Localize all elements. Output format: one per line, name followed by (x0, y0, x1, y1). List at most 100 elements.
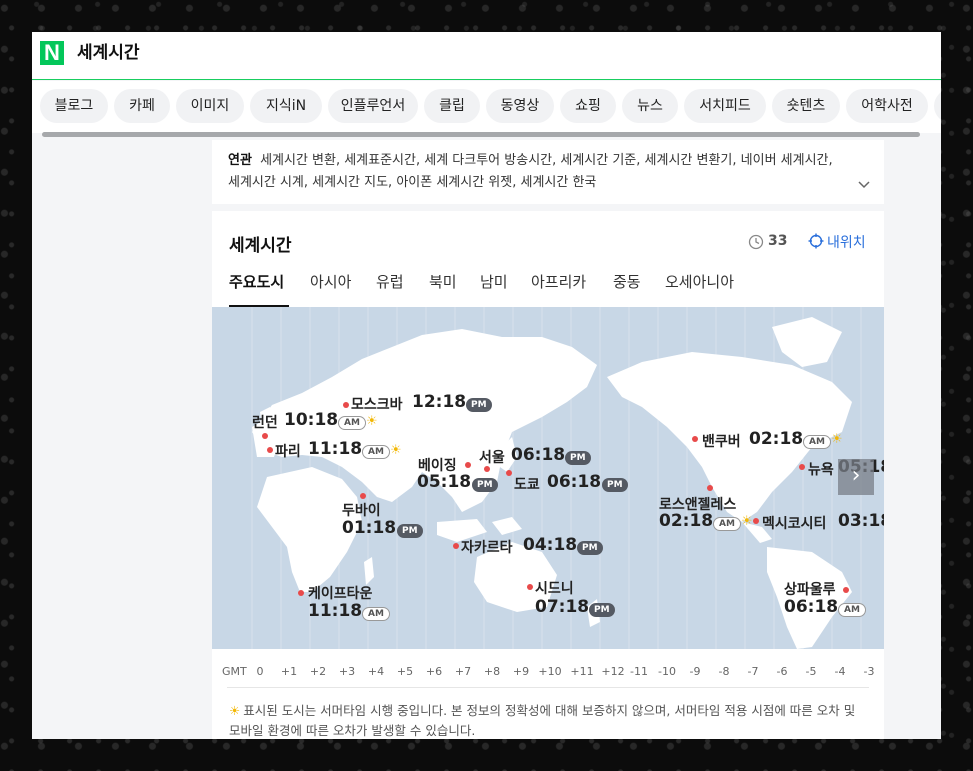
city-name: 밴쿠버 (702, 434, 741, 450)
ampm-badge: AM (338, 416, 366, 430)
gmt-offset[interactable]: 0 (247, 665, 273, 678)
gmt-offset[interactable]: +7 (450, 665, 476, 678)
gmt-offset[interactable]: -11 (626, 665, 652, 678)
gmt-offset[interactable]: +12 (600, 665, 626, 678)
tab-clip[interactable]: 클립 (424, 89, 480, 123)
city-time: 06:18 (784, 597, 839, 617)
gmt-offset[interactable]: +10 (537, 665, 563, 678)
gmt-offset[interactable]: -5 (798, 665, 824, 678)
tab-dictionary[interactable]: 어학사전 (846, 89, 928, 123)
naver-logo[interactable]: N (40, 41, 64, 65)
city-count: 33 (768, 233, 788, 249)
gmt-offset[interactable]: -3 (856, 665, 882, 678)
tab-news[interactable]: 뉴스 (622, 89, 678, 123)
city-name: 도쿄 (514, 477, 540, 493)
city-dot (707, 485, 713, 491)
ampm-badge: PM (577, 541, 603, 555)
city-dot (506, 470, 512, 476)
tab-image[interactable]: 이미지 (176, 89, 244, 123)
tab-south-america[interactable]: 남미 (480, 269, 508, 295)
city-dot (360, 493, 366, 499)
gmt-offset[interactable]: +4 (363, 665, 389, 678)
city-name: 두바이 (342, 503, 381, 519)
gmt-offset[interactable]: -8 (711, 665, 737, 678)
tab-kin[interactable]: 지식iN (250, 89, 322, 123)
city-name: 서울 (479, 450, 505, 466)
dst-sun-icon: ☀ (366, 414, 378, 429)
gmt-offset[interactable]: +3 (334, 665, 360, 678)
tab-north-america[interactable]: 북미 (429, 269, 457, 295)
browser-frame: N 세계시간 블로그 카페 이미지 지식iN 인플루언서 클립 동영상 쇼핑 뉴… (32, 32, 941, 739)
clock-icon (748, 234, 764, 250)
related-searches: 연관 세계시간 변환, 세계표준시간, 세계 다크투어 방송시간, 세계시간 기… (212, 140, 884, 204)
gmt-offset[interactable]: -6 (769, 665, 795, 678)
my-location-button[interactable]: 내위치 (827, 232, 866, 252)
city-dot (692, 436, 698, 442)
gmt-offset[interactable]: -7 (740, 665, 766, 678)
gmt-offset[interactable]: -9 (682, 665, 708, 678)
city-name: 상파울루 (784, 582, 836, 598)
gmt-offset[interactable]: +1 (276, 665, 302, 678)
chevron-down-icon[interactable] (858, 178, 870, 190)
related-heading: 연관 (228, 153, 252, 168)
related-keywords[interactable]: 세계시간 변환, 세계표준시간, 세계 다크투어 방송시간, 세계시간 기준, … (228, 153, 833, 190)
city-name: 멕시코시티 (762, 516, 827, 532)
ampm-badge: PM (397, 524, 423, 538)
tab-shortents[interactable]: 숏텐츠 (772, 89, 840, 123)
dst-note-text: 표시된 도시는 서머타임 시행 중입니다. 본 정보의 정확성에 대해 보증하지… (229, 703, 856, 738)
gmt-offset[interactable]: +9 (508, 665, 534, 678)
gmt-offset[interactable]: +5 (392, 665, 418, 678)
tab-europe[interactable]: 유럽 (376, 269, 404, 295)
gmt-offset[interactable]: +6 (421, 665, 447, 678)
tab-asia[interactable]: 아시아 (310, 269, 351, 295)
tab-cafe[interactable]: 카페 (114, 89, 170, 123)
ampm-badge: AM (362, 607, 390, 621)
search-header: N 세계시간 (32, 32, 941, 80)
city-name: 파리 (275, 444, 301, 460)
city-dot (753, 518, 759, 524)
city-dot (465, 462, 471, 468)
tab-oceania[interactable]: 오세아니아 (665, 269, 734, 295)
ampm-badge: PM (589, 603, 615, 617)
dst-sun-icon: ☀ (390, 443, 402, 458)
divider (227, 687, 869, 688)
world-time-card: 세계시간 33 내위치 주요도시 아시아 유럽 북미 남미 아프리카 중동 오세… (212, 211, 884, 739)
dst-sun-icon: ☀ (229, 703, 241, 718)
gmt-offset[interactable]: +11 (569, 665, 595, 678)
tab-major-cities[interactable]: 주요도시 (229, 269, 284, 295)
tab-influencer[interactable]: 인플루언서 (328, 89, 418, 123)
tab-blog[interactable]: 블로그 (40, 89, 108, 123)
city-name: 케이프타운 (308, 586, 373, 602)
city-dot (453, 543, 459, 549)
map-next-button[interactable]: › (838, 459, 874, 495)
world-map: 모스크바 12:18 PM ☀ 런던 10:18 AM 파리 11:18 AM … (212, 307, 884, 649)
dst-sun-icon: ☀ (741, 514, 753, 529)
tab-more[interactable] (934, 89, 941, 123)
dst-sun-icon: ☀ (831, 432, 843, 447)
tab-africa[interactable]: 아프리카 (531, 269, 586, 295)
dst-note: ☀ 표시된 도시는 서머타임 시행 중입니다. 본 정보의 정확성에 대해 보증하… (229, 701, 869, 739)
ampm-badge: AM (838, 603, 866, 617)
city-time: 05:18 (417, 472, 472, 492)
tab-video[interactable]: 동영상 (486, 89, 554, 123)
gmt-offset[interactable]: -4 (827, 665, 853, 678)
gmt-offset[interactable]: +2 (305, 665, 331, 678)
tab-searchfeed[interactable]: 서치피드 (684, 89, 766, 123)
city-name: 시드니 (535, 581, 574, 597)
gmt-offset[interactable]: +8 (479, 665, 505, 678)
city-time: 07:18 (535, 597, 590, 617)
related-text-block: 연관 세계시간 변환, 세계표준시간, 세계 다크투어 방송시간, 세계시간 기… (228, 150, 838, 194)
tabs-scrollbar[interactable] (42, 132, 920, 137)
tab-shopping[interactable]: 쇼핑 (560, 89, 616, 123)
ampm-badge: AM (362, 445, 390, 459)
tab-middle-east[interactable]: 중동 (613, 269, 641, 295)
location-target-icon[interactable] (808, 233, 824, 249)
card-title: 세계시간 (229, 236, 292, 256)
ampm-badge: PM (565, 451, 591, 465)
chevron-right-icon: › (851, 463, 861, 488)
gmt-offset[interactable]: -10 (654, 665, 680, 678)
city-time: 11:18 (308, 439, 363, 459)
city-dot (484, 466, 490, 472)
city-dot (527, 584, 533, 590)
gmt-scale: GMT 0 +1 +2 +3 +4 +5 +6 +7 +8 +9 +10 +11… (212, 661, 884, 683)
